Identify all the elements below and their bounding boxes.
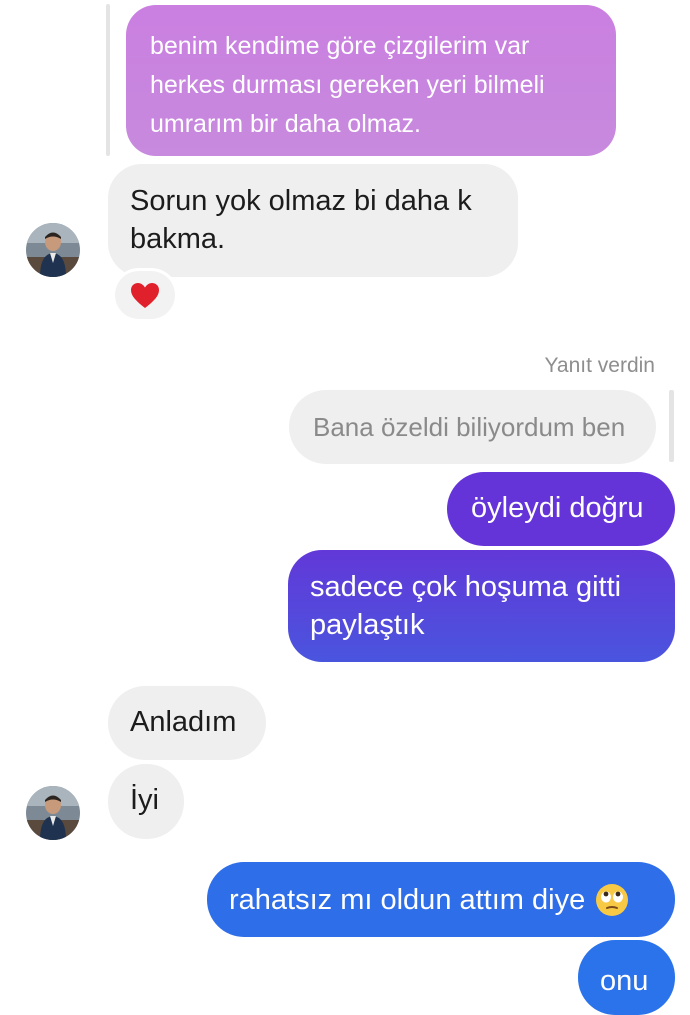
quoted-sent-text: Bana özeldi biliyordum ben <box>313 412 626 442</box>
sent-message-bubble[interactable]: onu <box>578 940 675 1015</box>
avatar[interactable] <box>26 223 80 277</box>
quoted-message-text: benim kendime göre çizgilerim var herkes… <box>150 32 545 138</box>
message-text: İyi <box>130 784 159 816</box>
reaction-badge[interactable] <box>115 271 175 319</box>
message-text: Sorun yok olmaz bi daha k bakma. <box>130 185 472 255</box>
sent-message-bubble[interactable]: rahatsız mı oldun attım diye <box>207 862 675 937</box>
avatar[interactable] <box>26 786 80 840</box>
quote-bar-left <box>106 4 110 156</box>
heart-icon <box>131 282 159 308</box>
quoted-sent-bubble[interactable]: Bana özeldi biliyordum ben <box>289 390 656 464</box>
message-text: sadece çok hoşuma gitti paylaştık <box>310 571 622 641</box>
message-text: rahatsız mı oldun attım diye <box>229 883 586 916</box>
quote-bar-right <box>669 390 674 462</box>
received-message-bubble[interactable]: Sorun yok olmaz bi daha k bakma. <box>108 164 518 277</box>
received-message-bubble[interactable]: Anladım <box>108 686 266 760</box>
sent-message-bubble[interactable]: sadece çok hoşuma gitti paylaştık <box>288 550 675 662</box>
message-text: öyleydi doğru <box>471 492 644 524</box>
sent-message-bubble[interactable]: öyleydi doğru <box>447 472 675 546</box>
message-text: Anladım <box>130 706 237 738</box>
message-text: onu <box>600 965 649 997</box>
eye-roll-emoji-icon <box>596 883 629 916</box>
replied-label: Yanıt verdin <box>544 354 655 377</box>
quoted-message-bubble[interactable]: benim kendime göre çizgilerim var herkes… <box>126 5 616 156</box>
received-message-bubble[interactable]: İyi <box>108 764 184 839</box>
